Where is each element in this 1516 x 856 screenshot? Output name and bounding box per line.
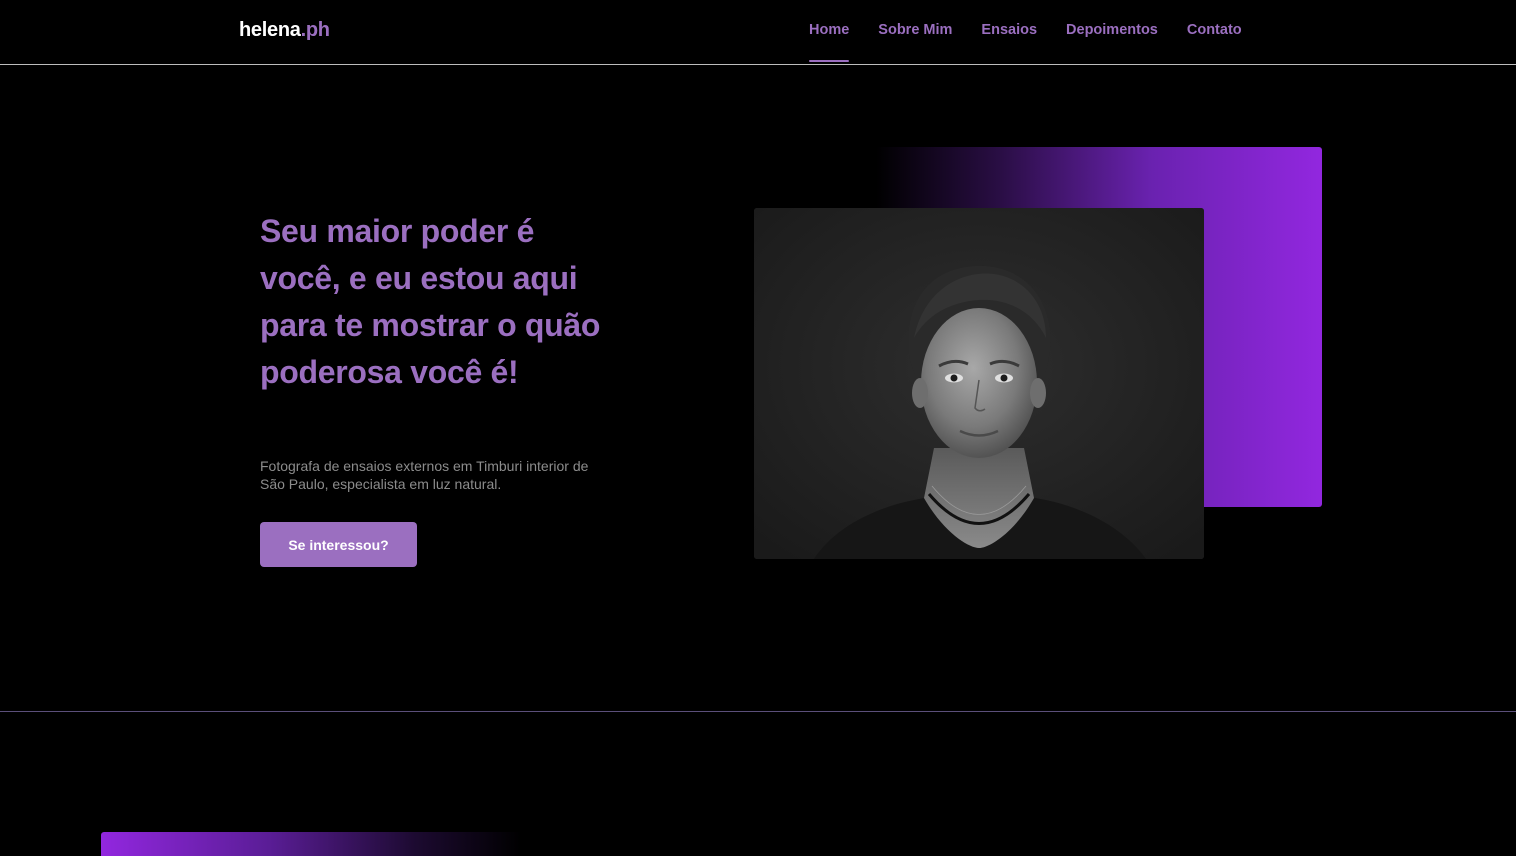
cta-button[interactable]: Se interessou? [260,522,417,567]
nav-home[interactable]: Home [809,22,850,62]
section-divider [0,711,1516,712]
portrait-photo [754,208,1204,559]
nav-depoimentos[interactable]: Depoimentos [1066,22,1158,38]
logo[interactable]: helena.ph [239,19,330,42]
next-section-gradient [101,832,521,856]
logo-main: helena [239,19,301,41]
site-header: helena.ph Home Sobre Mim Ensaios Depoime… [0,0,1516,65]
page: helena.ph Home Sobre Mim Ensaios Depoime… [0,0,1516,856]
nav-sobre-mim[interactable]: Sobre Mim [878,22,952,38]
hero-subtitle: Fotografa de ensaios externos em Timburi… [260,458,589,492]
logo-accent: .ph [300,19,330,41]
hero-title: Seu maior poder é você, e eu estou aqui … [260,213,601,390]
main-nav: Home Sobre Mim Ensaios Depoimentos Conta… [809,22,1242,62]
nav-ensaios[interactable]: Ensaios [981,22,1037,38]
nav-contato[interactable]: Contato [1187,22,1242,38]
